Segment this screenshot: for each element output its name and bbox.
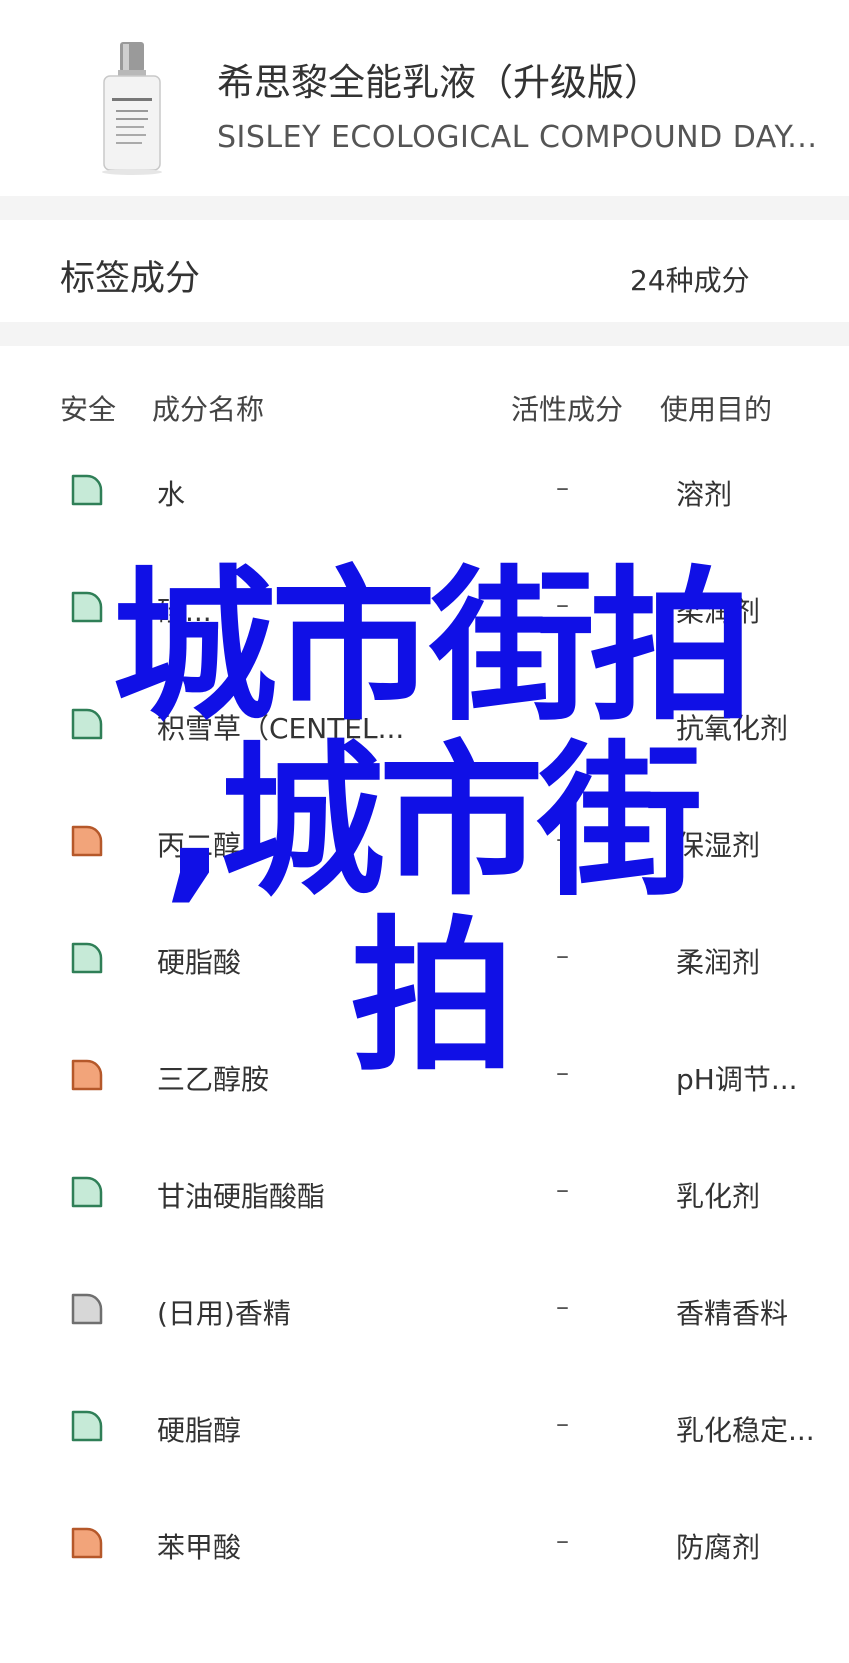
ingredient-purpose: 香精香料 <box>676 1297 789 1330</box>
column-header-active: 活性成分 <box>511 393 624 426</box>
ingredient-name: 硅... <box>157 595 212 628</box>
safety-rating-icon <box>71 474 103 506</box>
safety-rating-icon <box>71 1059 103 1091</box>
column-header-name: 成分名称 <box>152 393 265 426</box>
ingredient-purpose: 乳化稳定... <box>676 1414 815 1447</box>
active-ingredient-mark: – <box>556 1409 569 1439</box>
ingredient-name: 硬脂酸 <box>157 946 242 979</box>
safety-rating-icon <box>71 1410 103 1442</box>
ingredient-name: 硬脂醇 <box>157 1414 242 1447</box>
column-header-purpose: 使用目的 <box>660 393 773 426</box>
active-ingredient-mark: – <box>556 824 569 854</box>
safety-rating-icon <box>71 1293 103 1325</box>
ingredient-purpose: 柔润剂 <box>676 946 761 979</box>
ingredient-purpose: 保湿剂 <box>676 829 761 862</box>
ingredient-name: 水 <box>157 478 186 511</box>
safety-rating-icon <box>71 708 103 740</box>
active-ingredient-mark: – <box>556 1292 569 1322</box>
ingredient-name: 甘油硬脂酸酯 <box>157 1180 326 1213</box>
ingredient-name: 丙二醇 <box>157 829 242 862</box>
ingredient-purpose: 防腐剂 <box>676 1531 761 1564</box>
section-divider <box>0 322 849 346</box>
active-ingredient-mark: – <box>556 1175 569 1205</box>
column-header-safety: 安全 <box>60 393 117 426</box>
summary-label: 标签成分 <box>60 259 201 299</box>
safety-rating-icon <box>71 1527 103 1559</box>
ingredient-purpose: 抗氧化剂 <box>676 712 789 745</box>
ingredient-name: 三乙醇胺 <box>157 1063 270 1096</box>
table-row[interactable]: 苯甲酸 – 防腐剂 <box>0 1526 849 1663</box>
product-bottle-image <box>102 42 162 175</box>
active-ingredient-mark: – <box>556 1058 569 1088</box>
product-header[interactable]: 希思黎全能乳液（升级版） SISLEY ECOLOGICAL COMPOUND … <box>0 0 849 196</box>
ingredient-name: (日用)香精 <box>157 1297 291 1330</box>
safety-rating-icon <box>71 942 103 974</box>
ingredient-purpose: pH调节... <box>676 1063 798 1096</box>
active-ingredient-mark: – <box>556 473 569 503</box>
safety-rating-icon <box>71 591 103 623</box>
ingredient-name: 苯甲酸 <box>157 1531 242 1564</box>
ingredient-purpose: 乳化剂 <box>676 1180 761 1213</box>
product-name: 希思黎全能乳液（升级版） <box>217 61 661 104</box>
active-ingredient-mark: – <box>556 590 569 620</box>
section-divider <box>0 196 849 220</box>
safety-rating-icon <box>71 825 103 857</box>
ingredient-purpose: 柔润剂 <box>676 595 761 628</box>
product-english-name: SISLEY ECOLOGICAL COMPOUND DAY... <box>217 120 818 155</box>
summary-count: 24种成分 <box>630 264 750 297</box>
ingredient-name: 积雪草（CENTEL... <box>157 712 405 745</box>
ingredient-purpose: 溶剂 <box>676 478 733 511</box>
safety-rating-icon <box>71 1176 103 1208</box>
active-ingredient-mark: – <box>556 941 569 971</box>
active-ingredient-mark: – <box>556 1526 569 1556</box>
